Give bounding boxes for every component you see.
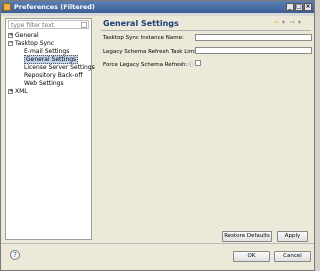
forward-icon[interactable]: ⇨: [290, 20, 296, 26]
tree-label[interactable]: XML: [15, 88, 28, 95]
instance-name-row: Tasktop Sync Instance Name:: [103, 35, 184, 41]
tree-node-repository-backoff[interactable]: Repository Back-off: [8, 72, 95, 80]
tree-node-general-settings[interactable]: General Settings: [8, 55, 95, 64]
instance-name-label: Tasktop Sync Instance Name:: [103, 35, 184, 41]
title-bar: Preferences (Filtered) _ □ ×: [1, 1, 314, 13]
tree-node-license-server-settings[interactable]: License Server Settings: [8, 64, 95, 72]
preference-tree: + General − Tasktop Sync E-mail Settings G…: [8, 32, 95, 96]
maximize-icon[interactable]: □: [295, 3, 303, 11]
tree-node-web-settings[interactable]: Web Settings: [8, 80, 95, 88]
tree-label[interactable]: Tasktop Sync: [15, 40, 54, 47]
info-icon: ⓘ: [188, 62, 194, 68]
page-navigation: ⇦ ▾ ⇨ ▾: [274, 20, 304, 26]
restore-defaults-button[interactable]: Restore Defaults: [222, 231, 272, 242]
title-separator: [101, 30, 311, 31]
tree-label[interactable]: Web Settings: [24, 80, 64, 87]
apply-button[interactable]: Apply: [277, 231, 308, 242]
legacy-limit-row: Legacy Schema Refresh Task Limit:ⓘ: [103, 48, 206, 55]
collapse-icon[interactable]: −: [8, 41, 13, 46]
back-icon[interactable]: ⇦: [274, 20, 280, 26]
legacy-limit-label: Legacy Schema Refresh Task Limit:: [103, 49, 200, 55]
close-icon[interactable]: ×: [304, 3, 312, 11]
filter-input[interactable]: [11, 22, 81, 29]
bottom-separator: [1, 243, 314, 244]
expand-icon[interactable]: +: [8, 89, 13, 94]
tree-node-xml[interactable]: + XML: [8, 88, 95, 96]
window-title: Preferences (Filtered): [14, 3, 95, 11]
force-legacy-label: Force Legacy Schema Refresh:: [103, 62, 188, 68]
tree-node-general[interactable]: + General: [8, 32, 95, 40]
cancel-button[interactable]: Cancel: [274, 251, 311, 262]
tree-label[interactable]: License Server Settings: [24, 64, 95, 71]
settings-page: General Settings ⇦ ▾ ⇨ ▾ Tasktop Sync In…: [96, 16, 314, 242]
tree-label[interactable]: Repository Back-off: [24, 72, 82, 79]
force-legacy-row: Force Legacy Schema Refresh:ⓘ: [103, 61, 193, 68]
instance-name-field[interactable]: [195, 34, 312, 41]
app-icon: [3, 3, 11, 11]
tree-label[interactable]: E-mail Settings: [24, 48, 69, 55]
tree-label[interactable]: General Settings: [24, 55, 79, 64]
tree-node-tasktop-sync[interactable]: − Tasktop Sync: [8, 40, 95, 48]
window-controls: _ □ ×: [286, 3, 312, 11]
navigation-panel: +General −Tasktop Sync E-mail Settings G…: [5, 18, 95, 240]
help-icon[interactable]: ?: [10, 250, 20, 260]
page-title: General Settings: [103, 19, 179, 28]
clear-filter-icon[interactable]: [81, 22, 87, 28]
ok-button[interactable]: OK: [233, 251, 270, 262]
back-dropdown-icon[interactable]: ▾: [282, 20, 288, 26]
forward-dropdown-icon[interactable]: ▾: [298, 20, 304, 26]
expand-icon[interactable]: +: [8, 33, 13, 38]
tree-label[interactable]: General: [15, 32, 39, 39]
legacy-limit-field[interactable]: [195, 47, 312, 54]
preferences-window: Preferences (Filtered) _ □ × +General −T…: [0, 0, 315, 271]
minimize-icon[interactable]: _: [286, 3, 294, 11]
filter-box[interactable]: [8, 20, 89, 29]
force-legacy-checkbox[interactable]: [195, 60, 201, 66]
